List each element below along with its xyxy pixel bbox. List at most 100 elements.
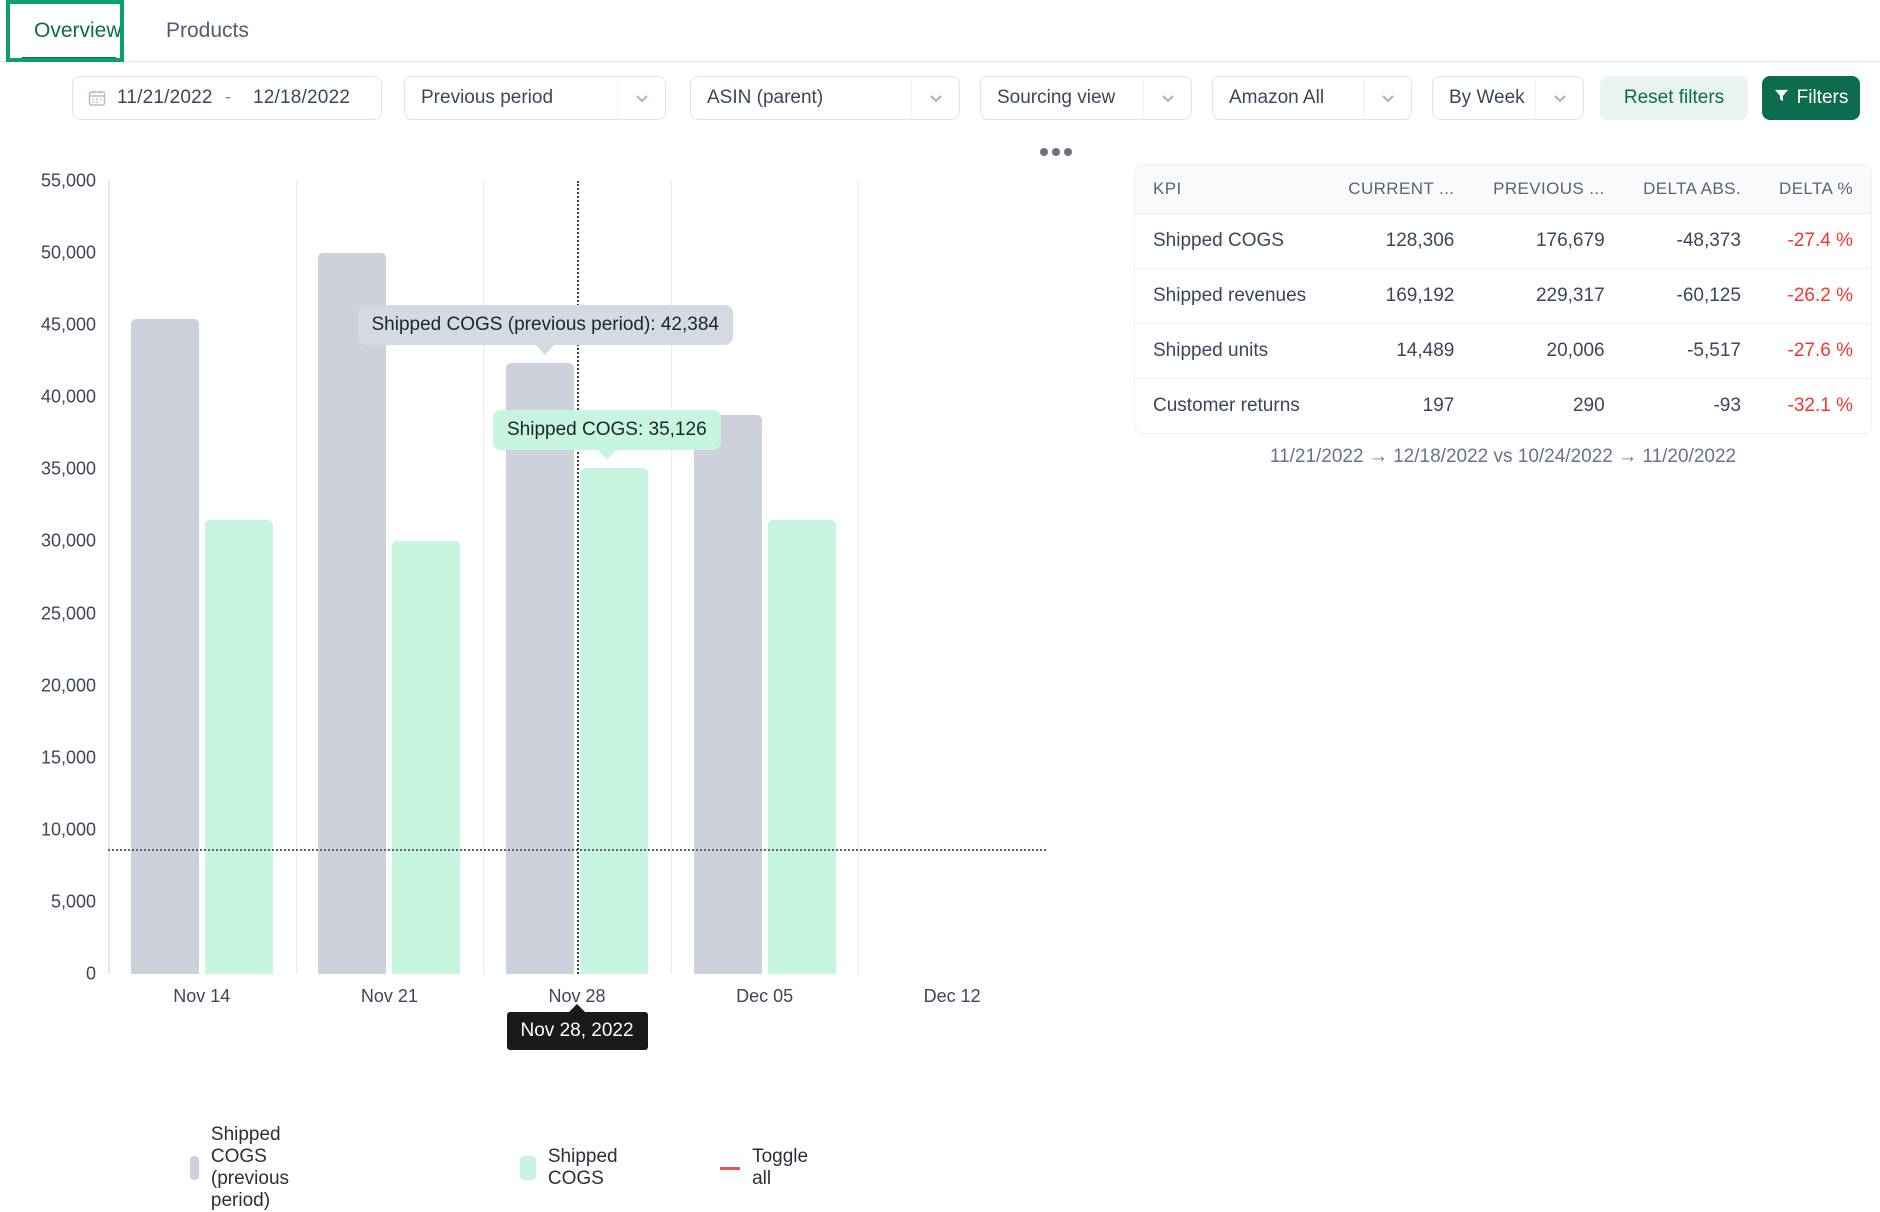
table-cell-current: 128,306 [1327,213,1473,269]
table-column-header[interactable]: PREVIOUS ... [1472,165,1623,214]
chevron-down-icon [1143,77,1191,119]
legend-item[interactable]: Shipped COGS (previous period) [190,1124,306,1212]
more-horizontal-icon[interactable] [1038,140,1074,164]
x-axis-tick-label: Nov 14 [173,986,231,1006]
legend-line-icon [720,1166,741,1170]
marketplace-select[interactable]: Amazon All [1212,76,1412,120]
table-cell-current: 14,489 [1327,323,1473,379]
y-axis-tick-label: 15,000 [40,747,96,768]
grid-line [295,181,297,974]
marketplace-value: Amazon All [1229,87,1325,108]
view-value: Sourcing view [997,87,1116,108]
table-cell-delta-pct: -32.1 % [1787,395,1853,416]
table-column-header[interactable]: DELTA % [1758,165,1871,214]
table-row[interactable]: Shipped revenues 169,192 229,317 -60,125 -26… [1135,268,1871,324]
table-cell-delta-abs: -48,373 [1622,213,1759,269]
table-cell-previous: 20,006 [1472,323,1623,379]
view-select[interactable]: Sourcing view [980,76,1192,120]
table-cell-delta-pct: -26.2 % [1758,268,1871,324]
bar-current[interactable] [204,519,273,974]
tab-overview-label: Overview [34,19,122,42]
grouping-select[interactable]: ASIN (parent) [690,76,960,120]
comparison-period-select[interactable]: Previous period [404,76,666,120]
legend-item-label: Toggle all [752,1146,809,1189]
bar-current[interactable] [767,519,836,974]
table-cell-previous: 176,679 [1472,213,1623,269]
bar-chart-plot[interactable]: 0 5,000 10,000 15,000 20,000 25,000 30,000 35,0… [41,171,1046,1050]
table-cell-delta-abs: -60,125 [1622,268,1759,324]
y-axis-tick-label: 10,000 [40,819,96,840]
grid-line [483,181,485,974]
x-axis-tick-label: Nov 21 [360,986,418,1006]
table-column-header[interactable]: DELTA ABS. [1622,165,1759,214]
bar-previous[interactable] [506,362,574,974]
granularity-value: By Week [1449,87,1525,108]
y-axis-tick-label: 25,000 [40,603,96,624]
table-cell-kpi: Customer returns [1153,395,1300,416]
legend-item[interactable]: Toggle all [720,1146,814,1190]
y-axis-line [108,181,110,974]
legend-item[interactable]: Shipped COGS [520,1146,628,1190]
filter-bar: 11/21/2022 - 12/18/2022 Previous period … [0,62,1880,132]
filters-button-label: Filters [1796,87,1849,108]
date-range-start: 11/21/2022 [117,87,213,108]
date-range-end: 12/18/2022 [253,87,351,108]
table-column-header[interactable]: CURRENT ... [1327,165,1473,214]
table-cell-previous: 229,317 [1472,268,1623,324]
grouping-value: ASIN (parent) [707,87,824,108]
date-range-picker[interactable]: 11/21/2022 - 12/18/2022 [72,76,382,120]
chevron-down-icon [617,77,665,119]
chevron-down-icon [1363,77,1411,119]
tab-products-label: Products [166,19,249,42]
bar-current[interactable] [392,541,461,974]
tooltip-previous-period: Shipped COGS (previous period): 42,384 [357,304,733,355]
table-cell-kpi: Shipped revenues [1135,268,1328,324]
bar-previous[interactable] [130,319,199,974]
y-axis-tick-label: 20,000 [40,675,96,696]
chart-panel: 0 5,000 10,000 15,000 20,000 25,000 30,000 35,0… [0,132,1120,1211]
y-axis-tick-label: 55,000 [40,170,96,191]
reset-filters-button[interactable]: Reset filters [1600,76,1748,120]
comparison-period-value: Previous period [421,87,554,108]
table-cell-delta-abs: -5,517 [1622,323,1759,379]
funnel-icon [1774,87,1789,109]
table-cell-delta-pct: -27.4 % [1758,213,1871,269]
table-cell-current: 197 [1422,395,1455,416]
table-row[interactable]: Customer returns 197 290 -93 -32.1 % [1135,379,1871,434]
tab-products[interactable]: Products [150,0,265,62]
table-header-row: KPI CURRENT ... PREVIOUS ... DELTA ABS. DELT… [1135,165,1871,214]
y-axis-tick-label: 45,000 [40,314,96,335]
table-column-header[interactable]: KPI [1135,165,1328,214]
tab-active-indicator [22,57,116,61]
date-range-separator: - [224,87,232,108]
tab-bar: Overview Products [0,0,1880,62]
chevron-down-icon [1535,77,1583,119]
table-cell-delta-pct: -27.6 % [1758,323,1871,379]
table-row[interactable]: Shipped COGS 128,306 176,679 -48,373 -27.4 % [1135,213,1871,269]
bar-current[interactable] [580,467,648,974]
grid-line [670,181,672,974]
y-axis-tick-label: 40,000 [40,386,96,407]
cursor-line [577,181,579,974]
calendar-icon [87,88,107,108]
y-axis-tick-label: 50,000 [40,242,96,263]
legend-swatch-icon [190,1156,199,1180]
tab-overview[interactable]: Overview [18,0,138,62]
legend-item-label: Shipped COGS (previous period) [210,1124,290,1211]
comparison-note: 11/21/2022 → 12/18/2022 vs 10/24/2022 → … [1269,446,1737,467]
y-axis-tick-label: 5,000 [50,891,96,912]
table-cell-previous: 290 [1572,395,1605,416]
tooltip-current-period: Shipped COGS: 35,126 [493,409,721,460]
table-cell-delta-abs: -93 [1713,395,1741,416]
bar-previous[interactable] [693,414,762,974]
y-axis-tick-label: 30,000 [40,530,96,551]
table-cell-kpi: Shipped units [1135,323,1328,379]
table-cell-current: 169,192 [1327,268,1473,324]
bar-previous[interactable] [318,253,387,974]
legend-item-label: Shipped COGS [547,1146,618,1189]
filters-button[interactable]: Filters [1762,76,1860,120]
y-axis-tick-label: 35,000 [40,458,96,479]
table-row[interactable]: Shipped units 14,489 20,006 -5,517 -27.6 % [1135,323,1871,379]
x-axis-tick-label: Dec 12 [923,986,981,1006]
granularity-select[interactable]: By Week [1432,76,1584,120]
